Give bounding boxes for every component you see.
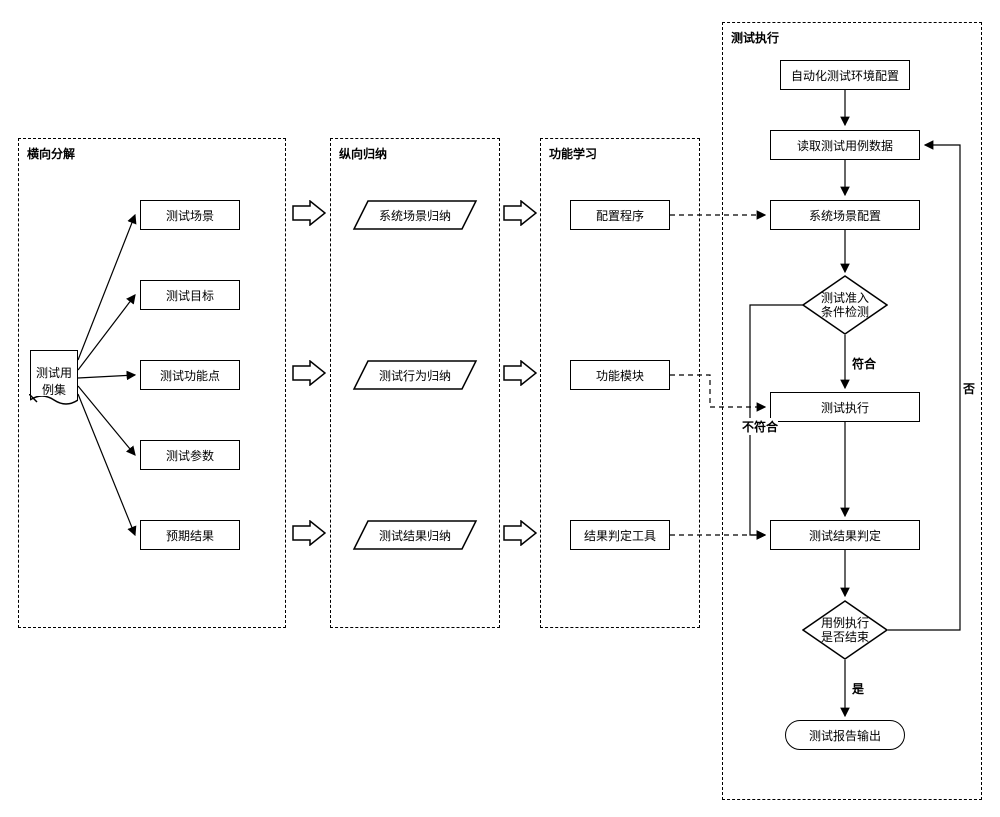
panel-title: 测试执行 <box>731 29 779 46</box>
label-yes: 是 <box>852 680 864 697</box>
para-scene-induce: 系统场景归纳 <box>360 200 470 230</box>
diamond-entry-check: 测试准入 条件检测 <box>802 275 888 335</box>
label-no: 否 <box>963 380 975 397</box>
para-behavior-induce: 测试行为归纳 <box>360 360 470 390</box>
block-arrow-icon <box>292 360 326 386</box>
block-arrow-icon <box>503 520 537 546</box>
panel-title: 纵向归纳 <box>339 145 387 162</box>
label-not-meet: 不符合 <box>742 418 778 435</box>
node-read-data: 读取测试用例数据 <box>770 130 920 160</box>
node-env-config: 自动化测试环境配置 <box>780 60 910 90</box>
node-expect-result: 预期结果 <box>140 520 240 550</box>
node-test-param: 测试参数 <box>140 440 240 470</box>
diamond-case-end: 用例执行 是否结束 <box>802 600 888 660</box>
node-test-exec: 测试执行 <box>770 392 920 422</box>
block-arrow-icon <box>292 200 326 226</box>
node-result-tool: 结果判定工具 <box>570 520 670 550</box>
node-scene-config: 系统场景配置 <box>770 200 920 230</box>
node-test-target: 测试目标 <box>140 280 240 310</box>
node-config-program: 配置程序 <box>570 200 670 230</box>
doc-label: 测试用 例集 <box>30 364 78 398</box>
block-arrow-icon <box>503 200 537 226</box>
node-test-scene: 测试场景 <box>140 200 240 230</box>
label-meet: 符合 <box>852 355 876 372</box>
para-result-induce: 测试结果归纳 <box>360 520 470 550</box>
block-arrow-icon <box>292 520 326 546</box>
node-function-module: 功能模块 <box>570 360 670 390</box>
terminator-report: 测试报告输出 <box>785 720 905 750</box>
block-arrow-icon <box>503 360 537 386</box>
doc-testcase-set: 测试用 例集 <box>30 350 78 408</box>
node-result-judge: 测试结果判定 <box>770 520 920 550</box>
panel-title: 横向分解 <box>27 145 75 162</box>
node-test-function: 测试功能点 <box>140 360 240 390</box>
panel-title: 功能学习 <box>549 145 597 162</box>
